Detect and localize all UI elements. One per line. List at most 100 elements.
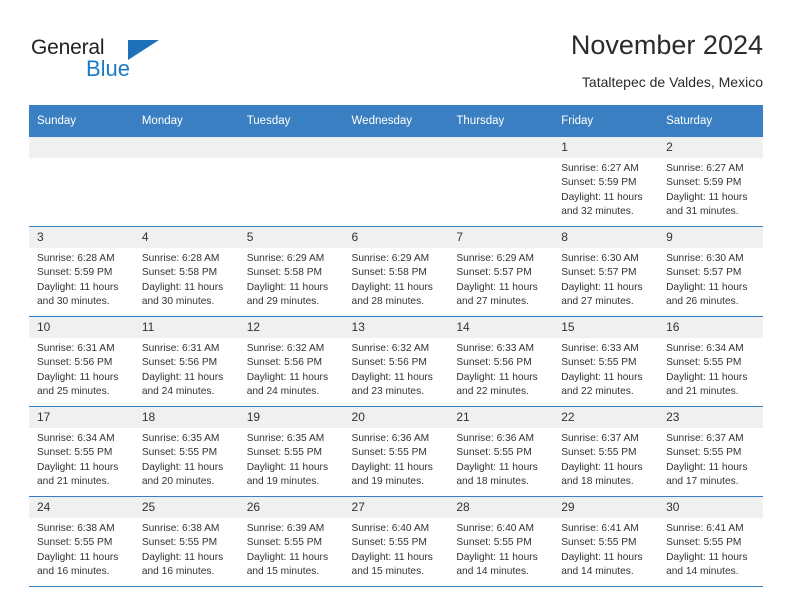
calendar-day-cell[interactable]: 16 Sunrise: 6:34 AM Sunset: 5:55 PM Dayligh…: [658, 316, 763, 407]
calendar-day-cell[interactable]: 2 Sunrise: 6:27 AM Sunset: 5:59 PM Daylight…: [658, 137, 763, 227]
calendar-day-cell[interactable]: 24 Sunrise: 6:38 AM Sunset: 5:55 PM Dayligh…: [29, 496, 134, 587]
calendar-day-cell[interactable]: 12 Sunrise: 6:32 AM Sunset: 5:56 PM Dayligh…: [238, 316, 344, 407]
day-details: Sunrise: 6:32 AM Sunset: 5:56 PM Daylight:…: [344, 338, 449, 400]
calendar-day-cell[interactable]: 10 Sunrise: 6:31 AM Sunset: 5:56 PM Dayligh…: [29, 316, 134, 407]
daylight-text-line2: and 18 minutes.: [561, 476, 634, 488]
sunset-text: Sunset: 5:55 PM: [37, 447, 113, 459]
day-details: Sunrise: 6:37 AM Sunset: 5:55 PM Daylight:…: [658, 428, 763, 490]
calendar-day-cell[interactable]: 19 Sunrise: 6:35 AM Sunset: 5:55 PM Dayligh…: [238, 406, 344, 497]
calendar-day-cell[interactable]: 1 Sunrise: 6:27 AM Sunset: 5:59 PM Daylight…: [553, 137, 659, 227]
sunrise-text: Sunrise: 6:32 AM: [351, 343, 430, 354]
sunrise-text: Sunrise: 6:27 AM: [561, 163, 639, 174]
sunrise-text: Sunrise: 6:37 AM: [666, 433, 744, 444]
sunrise-text: Sunrise: 6:35 AM: [246, 433, 325, 444]
daylight-text-line1: Daylight: 11 hours: [456, 371, 538, 383]
calendar-day-cell[interactable]: 25 Sunrise: 6:38 AM Sunset: 5:55 PM Dayligh…: [133, 496, 239, 587]
sunrise-text: Sunrise: 6:34 AM: [37, 433, 115, 444]
sunrise-text: Sunrise: 6:31 AM: [141, 343, 220, 354]
calendar-header-row: Sunday Monday Tuesday Wednesday Thursday…: [29, 105, 763, 137]
sunset-text: Sunset: 5:55 PM: [246, 537, 323, 549]
day-details: Sunrise: 6:41 AM Sunset: 5:55 PM Daylight:…: [658, 518, 763, 580]
calendar-day-cell[interactable]: 3 Sunrise: 6:28 AM Sunset: 5:59 PM Daylight…: [29, 226, 134, 317]
page-header: General Blue November 2024 Tataltepec de…: [29, 28, 763, 96]
daylight-text-line2: and 14 minutes.: [561, 566, 634, 578]
daylight-text-line1: Daylight: 11 hours: [37, 551, 119, 563]
day-number: [448, 137, 554, 158]
day-number: 19: [238, 407, 344, 428]
daylight-text-line1: Daylight: 11 hours: [666, 461, 748, 473]
day-number: [343, 137, 449, 158]
day-number: 30: [658, 497, 763, 518]
sunrise-text: Sunrise: 6:33 AM: [561, 343, 639, 354]
daylight-text-line1: Daylight: 11 hours: [351, 371, 433, 383]
sunrise-text: Sunrise: 6:41 AM: [561, 523, 639, 534]
calendar-day-cell[interactable]: 30 Sunrise: 6:41 AM Sunset: 5:55 PM Dayligh…: [658, 496, 763, 587]
sunrise-text: Sunrise: 6:34 AM: [666, 343, 744, 354]
day-number: 13: [343, 317, 449, 338]
calendar-day-cell[interactable]: 26 Sunrise: 6:39 AM Sunset: 5:55 PM Dayligh…: [238, 496, 344, 587]
sunrise-text: Sunrise: 6:29 AM: [351, 253, 430, 264]
daylight-text-line1: Daylight: 11 hours: [141, 461, 224, 473]
calendar-day-cell[interactable]: 23 Sunrise: 6:37 AM Sunset: 5:55 PM Dayligh…: [658, 406, 763, 497]
sunset-text: Sunset: 5:58 PM: [246, 267, 323, 279]
sunrise-text: Sunrise: 6:38 AM: [141, 523, 220, 534]
logo-text-blue: Blue: [86, 56, 131, 81]
daylight-text-line2: and 19 minutes.: [246, 476, 320, 488]
day-details: Sunrise: 6:35 AM Sunset: 5:55 PM Daylight:…: [134, 428, 239, 490]
day-number: 5: [238, 227, 344, 248]
calendar-day-cell[interactable]: 14 Sunrise: 6:33 AM Sunset: 5:56 PM Dayligh…: [448, 316, 554, 407]
calendar-day-cell[interactable]: 18 Sunrise: 6:35 AM Sunset: 5:55 PM Dayligh…: [133, 406, 239, 497]
general-blue-logo[interactable]: General Blue: [29, 36, 159, 88]
daylight-text-line1: Daylight: 11 hours: [37, 461, 119, 473]
calendar-day-cell[interactable]: 11 Sunrise: 6:31 AM Sunset: 5:56 PM Dayligh…: [133, 316, 239, 407]
sunrise-text: Sunrise: 6:29 AM: [456, 253, 534, 264]
daylight-text-line1: Daylight: 11 hours: [246, 461, 329, 473]
daylight-text-line2: and 24 minutes.: [246, 386, 320, 398]
calendar-day-cell[interactable]: 13 Sunrise: 6:32 AM Sunset: 5:56 PM Dayligh…: [343, 316, 449, 407]
day-number: 7: [448, 227, 554, 248]
day-number: 23: [658, 407, 763, 428]
weekday-header-friday: Friday: [553, 105, 659, 137]
daylight-text-line2: and 27 minutes.: [456, 296, 529, 308]
day-details: Sunrise: 6:29 AM Sunset: 5:58 PM Daylight:…: [344, 248, 449, 310]
sunrise-text: Sunrise: 6:37 AM: [561, 433, 639, 444]
calendar-day-cell[interactable]: 5 Sunrise: 6:29 AM Sunset: 5:58 PM Daylight…: [238, 226, 344, 317]
day-details: Sunrise: 6:30 AM Sunset: 5:57 PM Daylight:…: [658, 248, 763, 310]
sunrise-text: Sunrise: 6:29 AM: [246, 253, 325, 264]
daylight-text-line2: and 14 minutes.: [666, 566, 739, 578]
day-number: 24: [29, 497, 134, 518]
calendar-day-cell[interactable]: 21 Sunrise: 6:36 AM Sunset: 5:55 PM Dayligh…: [448, 406, 554, 497]
day-number: 16: [658, 317, 763, 338]
day-number: [29, 137, 134, 158]
calendar-day-cell[interactable]: 22 Sunrise: 6:37 AM Sunset: 5:55 PM Dayligh…: [553, 406, 659, 497]
day-number: 4: [133, 227, 239, 248]
calendar-day-cell[interactable]: 27 Sunrise: 6:40 AM Sunset: 5:55 PM Dayligh…: [343, 496, 449, 587]
calendar-day-cell[interactable]: 8 Sunrise: 6:30 AM Sunset: 5:57 PM Daylight…: [553, 226, 659, 317]
daylight-text-line2: and 28 minutes.: [351, 296, 425, 308]
calendar-day-cell[interactable]: 20 Sunrise: 6:36 AM Sunset: 5:55 PM Dayligh…: [343, 406, 449, 497]
calendar-day-cell[interactable]: 15 Sunrise: 6:33 AM Sunset: 5:55 PM Dayligh…: [553, 316, 659, 407]
daylight-text-line1: Daylight: 11 hours: [561, 551, 643, 563]
calendar-day-cell[interactable]: 29 Sunrise: 6:41 AM Sunset: 5:55 PM Dayligh…: [553, 496, 659, 587]
day-details: Sunrise: 6:31 AM Sunset: 5:56 PM Daylight:…: [134, 338, 239, 400]
day-details: Sunrise: 6:38 AM Sunset: 5:55 PM Daylight:…: [29, 518, 134, 580]
calendar-day-cell[interactable]: 9 Sunrise: 6:30 AM Sunset: 5:57 PM Daylight…: [658, 226, 763, 317]
daylight-text-line2: and 30 minutes.: [141, 296, 215, 308]
calendar-day-cell[interactable]: 4 Sunrise: 6:28 AM Sunset: 5:58 PM Daylight…: [133, 226, 239, 317]
day-details: Sunrise: 6:27 AM Sunset: 5:59 PM Daylight:…: [658, 158, 763, 220]
daylight-text-line1: Daylight: 11 hours: [561, 461, 643, 473]
daylight-text-line1: Daylight: 11 hours: [456, 281, 538, 293]
day-details: Sunrise: 6:39 AM Sunset: 5:55 PM Daylight:…: [239, 518, 344, 580]
day-number: 29: [553, 497, 659, 518]
calendar-day-cell[interactable]: 6 Sunrise: 6:29 AM Sunset: 5:58 PM Daylight…: [343, 226, 449, 317]
daylight-text-line1: Daylight: 11 hours: [37, 371, 119, 383]
sunrise-text: Sunrise: 6:41 AM: [666, 523, 744, 534]
calendar-day-cell[interactable]: 28 Sunrise: 6:40 AM Sunset: 5:55 PM Dayligh…: [448, 496, 554, 587]
daylight-text-line2: and 31 minutes.: [666, 206, 739, 218]
calendar-day-cell[interactable]: 17 Sunrise: 6:34 AM Sunset: 5:55 PM Dayligh…: [29, 406, 134, 497]
daylight-text-line1: Daylight: 11 hours: [141, 281, 224, 293]
weekday-header-monday: Monday: [133, 105, 239, 137]
day-details: Sunrise: 6:40 AM Sunset: 5:55 PM Daylight:…: [448, 518, 553, 580]
sunset-text: Sunset: 5:59 PM: [666, 177, 742, 189]
calendar-day-cell[interactable]: 7 Sunrise: 6:29 AM Sunset: 5:57 PM Daylight…: [448, 226, 554, 317]
